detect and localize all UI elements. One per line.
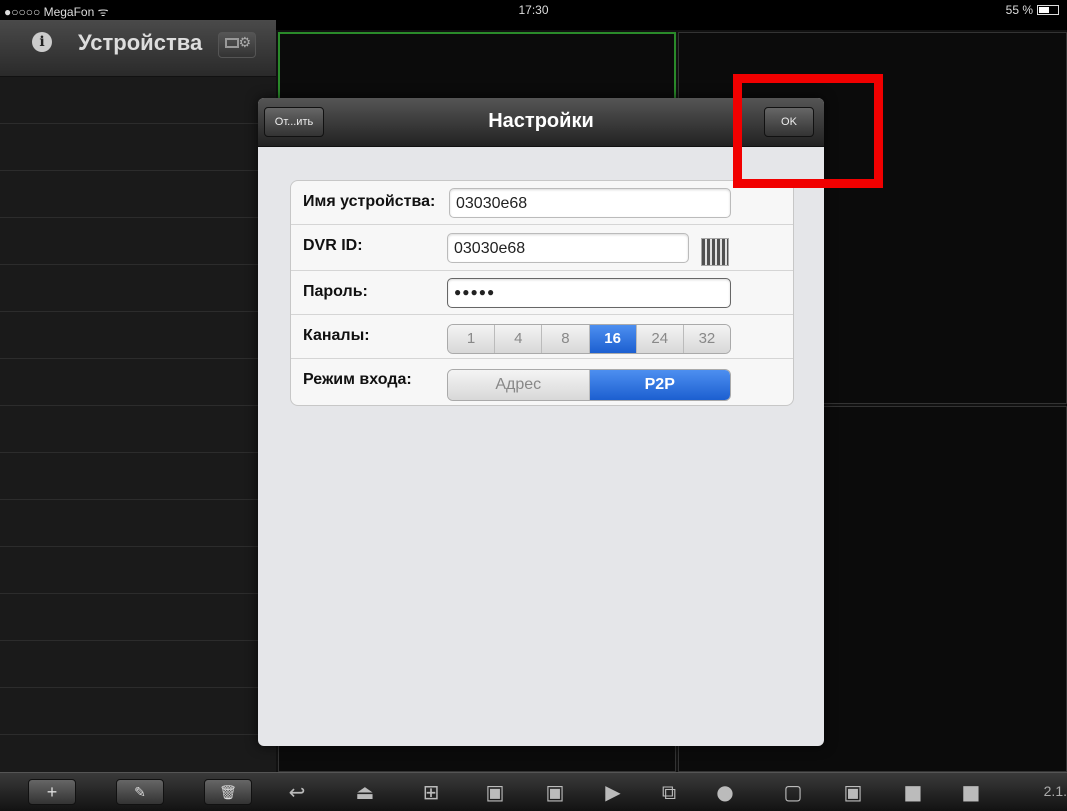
- dvr-id-row: DVR ID: 03030e68: [291, 225, 793, 271]
- device-name-label: Имя устройства:: [303, 193, 436, 210]
- dvr-id-label: DVR ID:: [303, 237, 363, 254]
- list-item[interactable]: [0, 500, 276, 547]
- password-label: Пароль:: [303, 283, 368, 300]
- device-settings-icon[interactable]: [218, 32, 256, 58]
- settings-dialog: От...ить Настройки OK Имя устройства: 03…: [258, 98, 824, 746]
- list-item[interactable]: [0, 359, 276, 406]
- playback-list-icon[interactable]: ⧉: [656, 780, 682, 804]
- status-bar: ●○○○○ MegaFon ᯤ 17:30 55 %: [0, 0, 1067, 20]
- trash-icon: 🗑: [219, 784, 237, 800]
- mode-option-p2p[interactable]: P2P: [589, 370, 730, 400]
- list-item[interactable]: [0, 218, 276, 265]
- list-item[interactable]: [0, 77, 276, 124]
- info-icon[interactable]: i: [32, 32, 52, 52]
- dvr-id-input[interactable]: 03030e68: [447, 233, 689, 263]
- login-mode-row: Режим входа: Адрес P2P: [291, 359, 793, 405]
- list-item[interactable]: [0, 124, 276, 171]
- edit-button[interactable]: ✎: [116, 779, 164, 805]
- device-name-row: Имя устройства: 03030e68: [291, 181, 793, 225]
- login-mode-selector: Адрес P2P: [447, 369, 731, 401]
- list-item[interactable]: [0, 547, 276, 594]
- channels-selector: 1 4 8 16 24 32: [447, 324, 731, 354]
- clock: 17:30: [518, 3, 549, 17]
- login-mode-label: Режим входа:: [303, 371, 412, 388]
- battery-icon: [1037, 5, 1059, 15]
- battery-percent: 55 %: [1005, 3, 1033, 17]
- list-item[interactable]: [0, 688, 276, 735]
- sidebar-title: Устройства: [78, 30, 203, 55]
- play-icon[interactable]: ▶: [600, 780, 626, 804]
- channel-option-8[interactable]: 8: [542, 325, 590, 353]
- password-row: Пароль: ●●●●●: [291, 271, 793, 315]
- list-item[interactable]: [0, 594, 276, 641]
- bottom-toolbar: + ✎ 🗑 ↩ ⏏ ⊞ ▣ ▣ ▶ ⧉ ● ▢ ▣ ■ ■ 2.1.: [0, 772, 1067, 811]
- password-input[interactable]: ●●●●●: [447, 278, 731, 308]
- version-label: 2.1.: [1043, 783, 1067, 799]
- device-list: [0, 77, 276, 782]
- channel-option-1[interactable]: 1: [448, 325, 496, 353]
- channel-option-32[interactable]: 32: [683, 325, 730, 353]
- snapshot-screen-icon[interactable]: ▣: [542, 780, 568, 804]
- qr-code-icon[interactable]: [701, 238, 729, 266]
- back-arrow-icon[interactable]: ↩: [284, 780, 310, 804]
- list-item[interactable]: [0, 171, 276, 218]
- battery-indicator: 55 %: [1006, 3, 1059, 17]
- channel-option-24[interactable]: 24: [636, 325, 684, 353]
- add-button[interactable]: +: [28, 779, 76, 805]
- ptz-dome-icon[interactable]: ⏏: [352, 780, 378, 804]
- channels-row: Каналы: 1 4 8 16 24 32: [291, 315, 793, 359]
- list-item[interactable]: [0, 312, 276, 359]
- screen-camera-icon[interactable]: ▣: [840, 780, 866, 804]
- record-screen-icon[interactable]: ▣: [482, 780, 508, 804]
- channels-label: Каналы:: [303, 327, 370, 344]
- delete-button[interactable]: 🗑: [204, 779, 252, 805]
- channel-option-16[interactable]: 16: [589, 325, 637, 353]
- list-item[interactable]: [0, 265, 276, 312]
- video-camera-icon[interactable]: ■: [900, 780, 926, 804]
- device-sidebar: i Устройства: [0, 20, 276, 782]
- mode-option-address[interactable]: Адрес: [448, 370, 590, 400]
- light-bulb-icon[interactable]: ●: [712, 780, 738, 804]
- channel-option-4[interactable]: 4: [495, 325, 543, 353]
- highlight-box: [733, 74, 883, 188]
- layout-icon[interactable]: ⊞: [418, 780, 444, 804]
- camera-settings-icon[interactable]: ■: [958, 780, 984, 804]
- list-item[interactable]: [0, 453, 276, 500]
- pencil-icon: ✎: [134, 784, 146, 800]
- list-item[interactable]: [0, 406, 276, 453]
- device-name-input[interactable]: 03030e68: [449, 188, 731, 218]
- fullscreen-icon[interactable]: ▢: [780, 780, 806, 804]
- settings-form: Имя устройства: 03030e68 DVR ID: 03030e6…: [290, 180, 794, 406]
- list-item[interactable]: [0, 641, 276, 688]
- sidebar-header: i Устройства: [0, 20, 276, 77]
